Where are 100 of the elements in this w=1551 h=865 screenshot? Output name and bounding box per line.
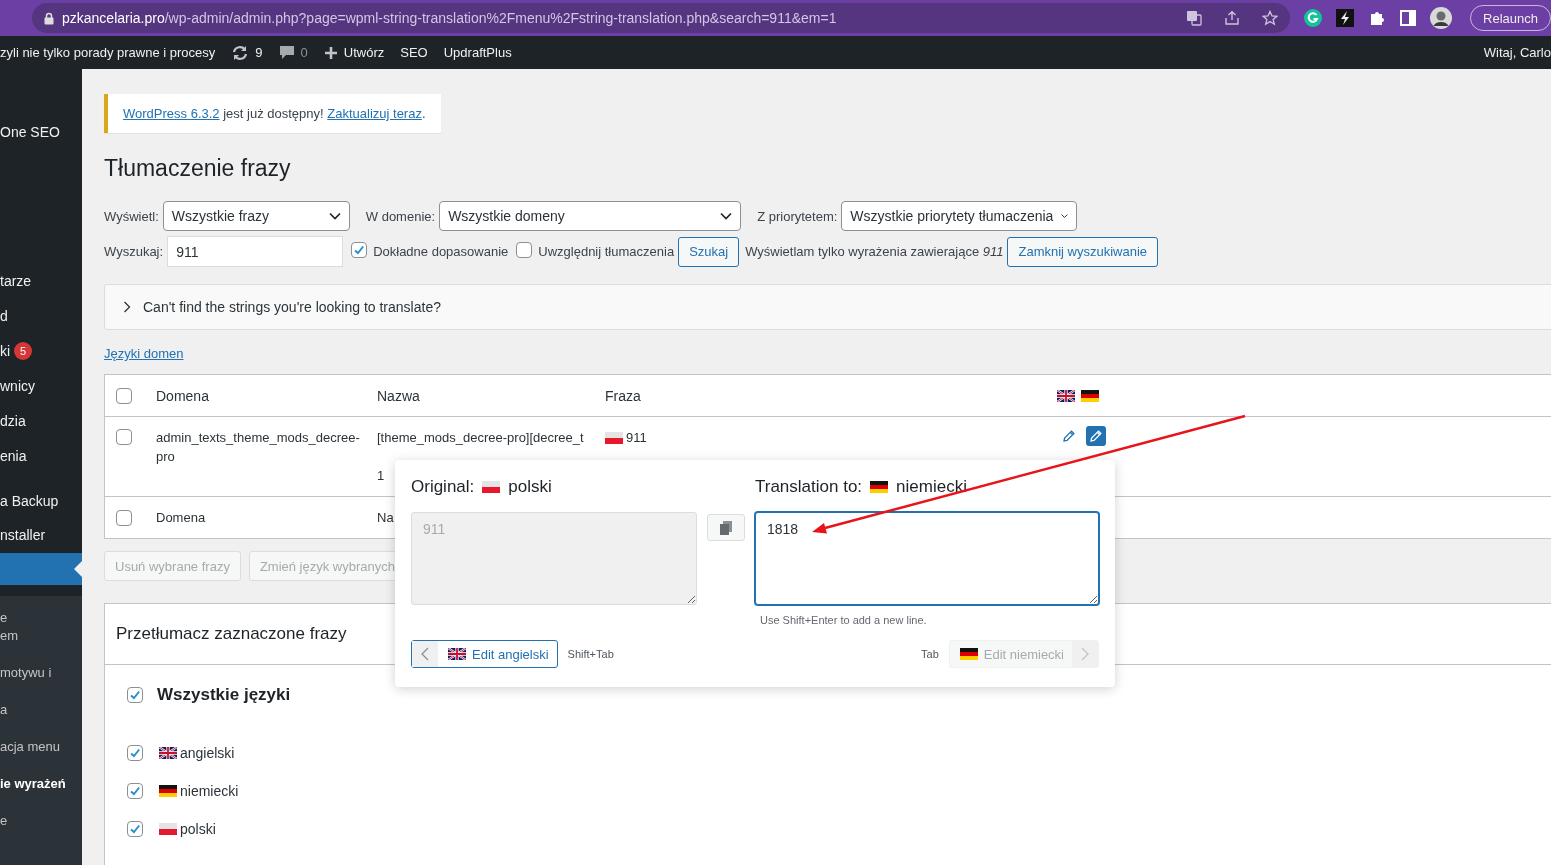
translate-icon[interactable]: [1186, 10, 1203, 26]
panel-title: Przetłumacz zaznaczone frazy: [116, 624, 347, 644]
side-panel-icon[interactable]: [1400, 10, 1417, 26]
avatar-icon[interactable]: [1430, 7, 1453, 29]
sidebar-item[interactable]: nstaller: [0, 518, 82, 552]
notice-link[interactable]: Zaktualizuj teraz: [327, 106, 422, 121]
close-search-button[interactable]: Zamknij wyszukiwanie: [1007, 236, 1159, 267]
sidebar-item[interactable]: dzia: [0, 403, 82, 438]
language-label: niemiecki: [180, 783, 239, 799]
admin-bar-link[interactable]: UpdraftPlus: [443, 45, 512, 60]
share-icon[interactable]: [1224, 10, 1241, 26]
submenu-item[interactable]: e em: [0, 609, 82, 664]
page-title: Tłumaczenie frazy: [104, 154, 292, 183]
search-button[interactable]: Szukaj: [678, 236, 740, 267]
submenu-item[interactable]: e: [0, 812, 82, 849]
column-header: Domena: [156, 510, 206, 525]
sidebar-item[interactable]: One SEO: [0, 115, 82, 149]
admin-bar-link[interactable]: SEO: [400, 45, 428, 60]
submenu-item[interactable]: acja menu: [0, 738, 82, 775]
chevron-down-icon: [1061, 212, 1069, 220]
pencil-icon: [1062, 429, 1076, 443]
german-flag-icon: [959, 648, 978, 660]
filter-select[interactable]: Wszystkie frazy: [162, 201, 350, 231]
original-label: Original:: [411, 477, 475, 497]
sidebar-item[interactable]: enia: [0, 438, 82, 473]
edit-translation-button[interactable]: [1086, 426, 1106, 446]
hint-text: Use Shift+Enter to add a new line.: [760, 614, 928, 626]
sidebar-item[interactable]: wnicy: [0, 368, 82, 403]
chevron-left-icon: [421, 647, 429, 661]
language-label: polski: [180, 821, 216, 837]
notice-link[interactable]: WordPress 6.3.2: [123, 106, 220, 121]
address-bar[interactable]: pzkancelaria.pro/wp-admin/admin.php?page=wpml-string-translation%2Fmenu%2Fstring-translation.php&search=911&em=1: [32, 3, 1291, 33]
chevron-down-icon: [328, 212, 341, 220]
sidebar-item[interactable]: d: [0, 298, 82, 333]
chevron-down-icon: [720, 212, 733, 220]
filter-select[interactable]: Wszystkie priorytety tłumaczenia: [841, 201, 1078, 231]
checkbox[interactable]: [127, 783, 143, 799]
shortcut-hint: Tab: [921, 648, 939, 660]
all-languages-label: Wszystkie języki: [157, 685, 291, 705]
plus-icon: [323, 45, 338, 60]
g-extension-icon[interactable]: [1304, 9, 1323, 27]
copy-icon: [719, 519, 733, 536]
update-notice: WordPress 6.3.2 jest już dostępny! Zaktualizuj teraz.: [104, 94, 441, 133]
submenu-item[interactable]: motywu i: [0, 664, 82, 701]
refresh-icon: [231, 44, 250, 61]
updates-link[interactable]: 9: [231, 44, 263, 61]
search-label: Wyszukaj:: [104, 244, 164, 259]
polish-flag-icon: [159, 823, 177, 835]
checkbox[interactable]: [516, 242, 533, 258]
domain-languages-link[interactable]: Języki domen: [104, 346, 184, 361]
puzzle-icon[interactable]: [1368, 9, 1387, 27]
table-cell-text: admin_texts_theme_mods_decree-pro: [156, 429, 361, 466]
search-field[interactable]: 911: [167, 236, 344, 267]
british-flag-icon: [448, 648, 466, 660]
table-cell-text: 1: [377, 467, 386, 485]
comment-icon: [278, 45, 295, 60]
checkbox[interactable]: [351, 242, 368, 258]
checkbox[interactable]: [116, 509, 132, 526]
checkbox[interactable]: [127, 687, 143, 703]
checkbox[interactable]: [116, 387, 132, 404]
help-panel-text: Can't find the strings you're looking to translate?: [143, 299, 441, 315]
star-icon[interactable]: [1262, 10, 1279, 26]
checkbox-label: Uwzględnij tłumaczenia: [538, 244, 675, 259]
lightning-extension-icon[interactable]: [1336, 9, 1355, 27]
column-header: Na: [377, 510, 394, 525]
copy-button[interactable]: [707, 514, 745, 541]
filter-select[interactable]: Wszystkie domeny: [439, 201, 742, 231]
table-cell-text: 911: [626, 429, 647, 447]
site-name-link[interactable]: zyli nie tylko porady prawne i procesy: [0, 45, 216, 60]
search-info-text: Wyświetlam tylko wyrażenia zawierające 911: [745, 244, 1004, 259]
checkbox[interactable]: [116, 429, 132, 445]
help-panel[interactable]: Can't find the strings you're looking to translate?: [104, 284, 1551, 330]
submenu-item[interactable]: ie wyrażeń: [0, 775, 82, 812]
language-name: polski: [508, 477, 552, 497]
filter-label: Wyświetl:: [104, 208, 159, 224]
new-content-link[interactable]: Utwórz: [323, 45, 385, 60]
sidebar-item[interactable]: tarze: [0, 263, 82, 298]
german-flag-icon: [870, 481, 889, 493]
sidebar-item[interactable]: ki 5: [0, 333, 82, 368]
sidebar-item[interactable]: a Backup: [0, 484, 82, 518]
submenu-item[interactable]: a: [0, 701, 82, 738]
filter-label: Z priorytetem:: [757, 208, 838, 224]
german-flag-icon: [159, 785, 177, 797]
checkbox[interactable]: [127, 745, 143, 761]
lock-icon: [44, 11, 54, 25]
url-text: pzkancelaria.pro/wp-admin/admin.php?page=wpml-string-translation%2Fmenu%2Fstring-translation.php&search=911&em=1: [62, 10, 838, 26]
checkbox-label: Dokładne dopasowanie: [373, 244, 509, 259]
british-flag-icon: [1057, 389, 1075, 402]
sidebar-item[interactable]: [0, 553, 82, 585]
table-cell-text: [theme_mods_decree-pro][decree_t: [377, 429, 584, 447]
comments-link[interactable]: 0: [278, 45, 308, 60]
translation-field[interactable]: 1818: [755, 512, 1099, 605]
greeting-link[interactable]: Witaj, Carlo: [1483, 45, 1551, 60]
filter-label: W domenie:: [365, 208, 436, 224]
polish-flag-icon: [605, 431, 623, 444]
column-header: Nazwa: [377, 387, 420, 404]
previous-language-button[interactable]: Edit angielski: [411, 640, 558, 668]
shortcut-hint: Shift+Tab: [567, 648, 614, 660]
checkbox[interactable]: [127, 821, 143, 837]
pencil-icon: [1089, 429, 1103, 443]
